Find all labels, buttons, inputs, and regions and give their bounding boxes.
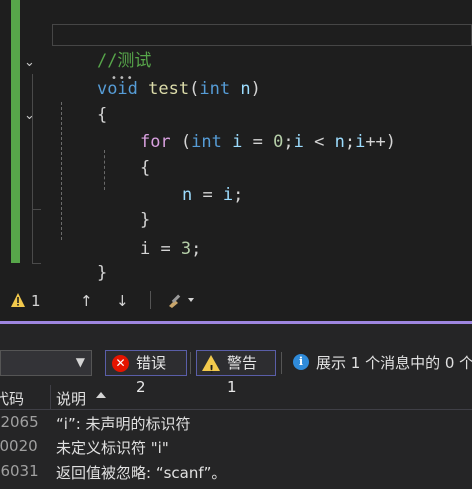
error-icon: ✕ bbox=[112, 355, 129, 372]
messages-filter-label[interactable]: 展示 1 个消息中的 0 个 bbox=[316, 352, 472, 373]
code-line-assign: n = i; bbox=[181, 185, 244, 205]
previous-issue-arrow-icon[interactable]: ↑ bbox=[80, 292, 93, 310]
error-description: 未定义标识符 "i" bbox=[56, 439, 169, 457]
error-list-panel: ▼ ✕ 错误 2 ! 警告 1 i 展示 1 个消息中的 0 个 代码 说明 C… bbox=[0, 324, 472, 489]
info-icon[interactable]: i bbox=[293, 354, 309, 370]
error-description: 返回值被忽略: “scanf”。 bbox=[56, 464, 227, 482]
fold-guide-end bbox=[32, 263, 41, 264]
table-row[interactable]: C6031 返回值被忽略: “scanf”。 bbox=[0, 459, 472, 483]
fold-guide-inner-end bbox=[32, 209, 41, 210]
warning-count[interactable]: 1 bbox=[31, 292, 41, 310]
code-line-inner-brace-open: { bbox=[139, 158, 151, 178]
error-description: “i”: 未声明的标识符 bbox=[56, 415, 191, 433]
fold-chevron-icon[interactable]: ⌄ bbox=[24, 56, 40, 69]
toolbar-divider bbox=[281, 352, 282, 374]
change-indicator-bar bbox=[11, 0, 20, 263]
column-divider bbox=[50, 385, 51, 409]
error-list-header: 代码 说明 bbox=[0, 385, 472, 410]
editor-status-bar: 1 ↑ ↓ bbox=[0, 287, 472, 315]
error-code: E0020 bbox=[0, 437, 38, 455]
status-divider bbox=[150, 291, 151, 309]
fold-guide-inner bbox=[32, 128, 33, 210]
warning-icon[interactable] bbox=[10, 292, 26, 308]
code-line-for: for (int i = 0;i < n;i++) bbox=[139, 132, 397, 152]
code-line-comment: //测试 bbox=[96, 51, 152, 71]
code-line-inner-brace-close: } bbox=[139, 210, 151, 230]
code-line-brace-open: { bbox=[96, 105, 108, 125]
code-line-i-assign: i = 3; bbox=[139, 239, 202, 259]
hint-dots: ••• bbox=[111, 73, 135, 84]
scope-dropdown[interactable]: ▼ bbox=[0, 350, 92, 376]
code-editor[interactable]: ⌄ ⌄ //测试 void test(int n) ••• { for (int… bbox=[0, 0, 472, 287]
error-code: C2065 bbox=[0, 413, 39, 431]
error-code: C6031 bbox=[0, 462, 39, 480]
column-header-code[interactable]: 代码 bbox=[0, 388, 24, 409]
table-row[interactable]: C2065 “i”: 未声明的标识符 bbox=[0, 410, 472, 434]
toolbar-divider bbox=[190, 352, 191, 374]
code-line-function-signature: void test(int n) bbox=[96, 79, 261, 99]
error-list-toolbar: ▼ ✕ 错误 2 ! 警告 1 i 展示 1 个消息中的 0 个 bbox=[0, 350, 472, 396]
warnings-filter-button[interactable]: ! 警告 1 bbox=[196, 350, 276, 396]
chevron-down-icon: ▼ bbox=[75, 355, 85, 369]
next-issue-arrow-icon[interactable]: ↓ bbox=[116, 292, 129, 310]
sort-ascending-icon bbox=[96, 392, 106, 398]
brush-icon[interactable] bbox=[166, 291, 196, 313]
code-line-brace-close: } bbox=[96, 263, 108, 283]
column-header-description[interactable]: 说明 bbox=[56, 388, 86, 409]
table-row[interactable]: E0020 未定义标识符 "i" bbox=[0, 434, 472, 458]
errors-filter-button[interactable]: ✕ 错误 2 bbox=[105, 350, 187, 396]
